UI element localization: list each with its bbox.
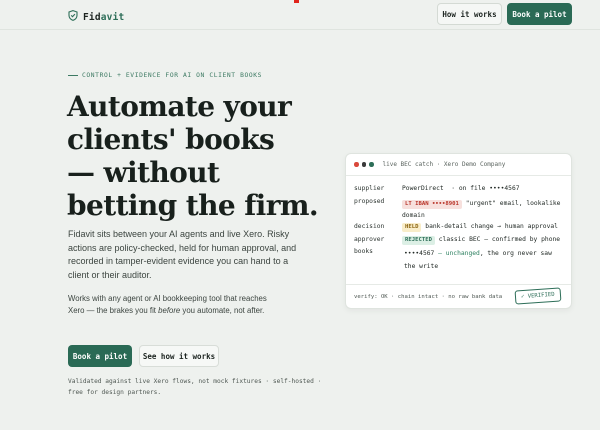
shield-check-icon [68, 8, 78, 26]
held-tag: HELD [402, 223, 422, 232]
site-header: Fidavit How it works Book a pilot [0, 0, 600, 30]
row-key: approver [354, 236, 385, 243]
book-pilot-button[interactable]: Book a pilot [68, 345, 132, 367]
brand-name: Fidavit [83, 12, 124, 23]
brand-name-part-1: Fid [83, 11, 101, 23]
eyebrow-rule [68, 75, 78, 76]
rejected-tag: REJECTED [402, 236, 435, 245]
hero-lede: Fidavit sits between your AI agents and … [68, 229, 297, 280]
nav-how-it-works-button[interactable]: How it works [437, 3, 502, 25]
row-decision: decision HELD bank-detail change → human… [354, 223, 566, 236]
row-approver: approver REJECTED classic BEC — confirme… [354, 236, 566, 248]
row-supplier: supplier PowerDirect · on file ••••4567 [354, 185, 566, 198]
row-key: supplier [354, 185, 385, 192]
window-dot-green [369, 162, 374, 167]
verified-stamp: ✓ VERIFIED [514, 287, 562, 305]
panel-title: live BEC catch · Xero Demo Company [382, 161, 506, 168]
hero-subtext: Works with any agent or AI bookkeeping t… [68, 293, 283, 317]
row-value: REJECTED classic BEC — confirmed by phon… [402, 236, 566, 248]
subtext-emphasis: before [158, 305, 181, 315]
row-key: decision [354, 223, 385, 230]
eyebrow-text: CONTROL + EVIDENCE FOR AI ON CLIENT BOOK… [82, 72, 263, 79]
window-dot-red [354, 162, 359, 167]
supplier-name: PowerDirect [402, 185, 444, 192]
iban-tag: LT IBAN ••••8901 [402, 200, 462, 209]
see-how-it-works-button[interactable]: See how it works [139, 345, 219, 367]
window-dot-dark [361, 162, 366, 167]
approver-text: classic BEC — confirmed by phone [438, 236, 561, 243]
books-account: ••••4567 [404, 250, 435, 257]
row-value: ••••4567 — unchanged, the org never saw … [402, 248, 566, 274]
hero-title-line: — without [67, 156, 220, 189]
supplier-on-file: · on file ••••4567 [451, 185, 520, 192]
subtext-part: you automate, not after. [180, 305, 265, 315]
hero-footnote: Validated against live Xero flows, not m… [68, 378, 322, 396]
row-books: books ••••4567 — unchanged, the org neve… [354, 248, 566, 274]
row-value: LT IBAN ••••8901 "urgent" email, lookali… [402, 198, 566, 223]
hero-title-line: Automate your [67, 90, 292, 123]
brand-logo[interactable]: Fidavit [68, 8, 124, 26]
bec-catch-panel: live BEC catch · Xero Demo Company suppl… [345, 153, 572, 309]
panel-header: live BEC catch · Xero Demo Company [346, 154, 571, 176]
brand-name-part-2: avit [100, 11, 125, 23]
panel-footer: verify: OK · chain intact · no raw bank … [346, 284, 571, 309]
panel-rows: supplier PowerDirect · on file ••••4567 … [354, 185, 566, 274]
verify-status: verify: OK · chain intact · no raw bank … [354, 294, 503, 300]
row-key: proposed [354, 198, 385, 205]
row-value: HELD bank-detail change → human approval [402, 223, 566, 236]
books-unchanged: — unchanged [434, 250, 480, 257]
row-proposed: proposed LT IBAN ••••8901 "urgent" email… [354, 198, 566, 223]
row-value: PowerDirect · on file ••••4567 [402, 185, 566, 198]
hero-title-line: clients' books [67, 123, 275, 156]
hero-eyebrow: CONTROL + EVIDENCE FOR AI ON CLIENT BOOK… [68, 72, 262, 79]
decision-text: bank-detail change → human approval [425, 223, 558, 230]
row-key: books [354, 248, 373, 255]
hero-title-line: betting the firm. [67, 189, 319, 222]
nav-book-pilot-button[interactable]: Book a pilot [507, 3, 572, 25]
hero-title: Automate your clients' books — without b… [67, 90, 337, 222]
